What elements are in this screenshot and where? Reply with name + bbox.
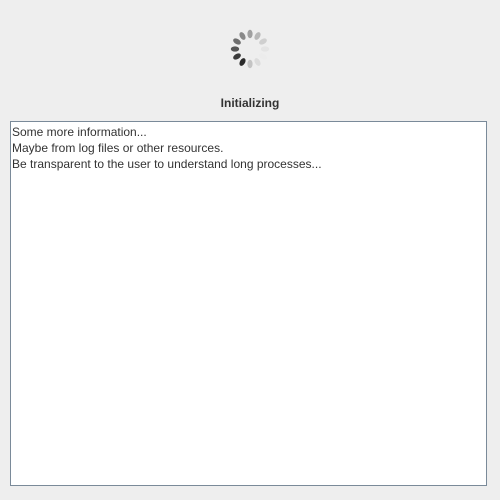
loading-spinner-icon	[230, 29, 270, 69]
spinner-segment	[230, 46, 240, 52]
spinner-segment	[247, 59, 253, 69]
spinner-segment	[233, 38, 241, 45]
spinner-segment	[233, 53, 241, 60]
log-line: Be transparent to the user to understand…	[12, 157, 322, 171]
spinner-segment	[239, 58, 246, 66]
spinner-segment	[239, 32, 246, 40]
spinner-segment	[247, 29, 253, 39]
progress-window: Initializing Some more information... Ma…	[0, 0, 500, 500]
status-label: Initializing	[220, 96, 280, 110]
spinner-segment	[254, 58, 261, 66]
spinner-segment	[254, 32, 261, 40]
log-line: Some more information...	[12, 125, 147, 139]
log-text-area[interactable]: Some more information... Maybe from log …	[10, 121, 487, 486]
spinner-segment	[259, 38, 267, 45]
log-line: Maybe from log files or other resources.	[12, 141, 224, 155]
spinner-segment	[259, 53, 267, 60]
spinner-segment	[260, 46, 270, 52]
